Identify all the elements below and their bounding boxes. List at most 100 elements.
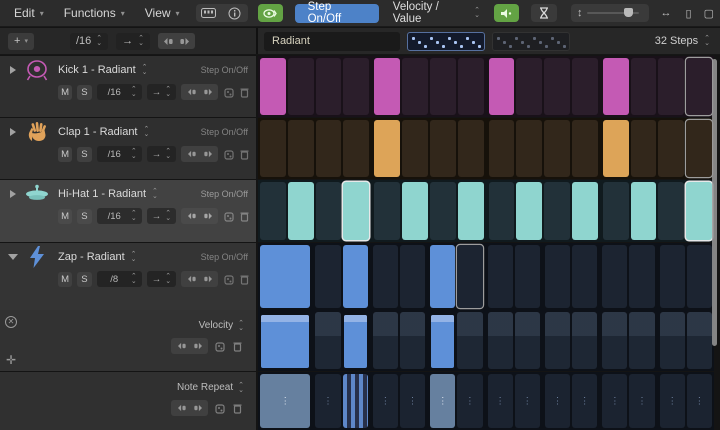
clear-trash-icon[interactable] [231, 339, 244, 353]
step-cell[interactable]: ⋮ [260, 374, 310, 428]
rotate-right-icon[interactable] [201, 272, 214, 286]
track-header-kick[interactable]: Kick 1 - Radiant⌃⌄ Step On/Off M S /16⌃⌄… [0, 56, 256, 117]
global-playmode-stepper[interactable]: → ⌃⌄ [116, 33, 150, 50]
clear-trash-icon[interactable] [239, 209, 250, 223]
step-cell[interactable] [686, 182, 712, 240]
step-cell[interactable] [402, 120, 428, 177]
step-cell[interactable] [400, 312, 425, 369]
step-cell[interactable] [660, 245, 685, 308]
randomize-icon[interactable] [223, 209, 234, 223]
step-cell[interactable] [374, 120, 400, 177]
row-rate-stepper[interactable]: /16⌃⌄ [97, 208, 142, 224]
step-cell[interactable] [658, 120, 684, 177]
input-monitor-toggle[interactable] [258, 4, 283, 22]
velocity-bar[interactable] [261, 315, 309, 368]
info-icon[interactable] [222, 4, 248, 22]
step-cell[interactable] [343, 312, 368, 369]
step-cell[interactable] [603, 58, 629, 115]
row-playmode-stepper[interactable]: →⌃⌄ [147, 271, 176, 287]
mute-button[interactable]: M [58, 272, 72, 287]
pattern-name-field[interactable]: Radiant [264, 32, 400, 51]
randomize-icon[interactable] [213, 401, 226, 415]
step-cell[interactable] [373, 245, 398, 308]
step-cell[interactable] [489, 182, 515, 240]
rotate-left-icon[interactable] [185, 147, 198, 161]
step-cell[interactable] [603, 182, 629, 240]
step-cell[interactable] [544, 120, 570, 177]
step-cell[interactable] [458, 182, 484, 240]
step-cell[interactable] [572, 58, 598, 115]
step-cell[interactable] [457, 245, 482, 308]
step-cell[interactable] [430, 312, 455, 369]
track-header-clap[interactable]: Clap 1 - Radiant⌃⌄ Step On/Off M S /16⌃⌄… [0, 118, 256, 179]
rotate-buttons[interactable] [181, 84, 218, 100]
track-header-zap[interactable]: Zap - Radiant⌃⌄ Step On/Off M S /8⌃⌄ →⌃⌄ [0, 243, 256, 310]
rotate-buttons[interactable] [181, 208, 218, 224]
step-cell[interactable]: ⋮ [400, 374, 425, 428]
step-cell[interactable] [545, 312, 570, 369]
zoom-slider-thumb[interactable] [624, 8, 633, 17]
step-cell[interactable] [488, 245, 513, 308]
step-cell[interactable] [489, 58, 515, 115]
rotate-left-icon[interactable] [175, 401, 188, 415]
clear-trash-icon[interactable] [239, 147, 250, 161]
step-mode-button[interactable]: Step On/Off [295, 4, 379, 23]
step-cell[interactable] [343, 120, 369, 177]
step-cell[interactable] [343, 245, 368, 308]
step-cell[interactable] [316, 58, 342, 115]
rotate-right-icon[interactable] [191, 401, 204, 415]
step-cell[interactable] [430, 58, 456, 115]
step-cell[interactable]: ⋮ [545, 374, 570, 428]
subrow-header-velocity[interactable]: ✕ Velocity⌃⌄ ✛ [0, 310, 256, 371]
step-cell[interactable] [343, 374, 368, 428]
zoom-vertical-icon[interactable]: ↕ [577, 7, 583, 19]
row-rate-stepper[interactable]: /8⌃⌄ [97, 271, 142, 287]
vertical-scrollbar[interactable] [712, 59, 717, 346]
track-name[interactable]: Hi-Hat 1 - Radiant⌃⌄ [58, 188, 158, 200]
rotate-left-icon[interactable] [175, 339, 188, 353]
randomize-icon[interactable] [213, 339, 226, 353]
step-cell[interactable] [458, 120, 484, 177]
step-cell[interactable] [687, 312, 712, 369]
step-cell[interactable] [515, 312, 540, 369]
step-cell[interactable] [288, 120, 314, 177]
step-cell[interactable] [489, 120, 515, 177]
rotate-buttons[interactable] [158, 33, 195, 49]
preview-speaker-toggle[interactable] [494, 4, 519, 22]
step-cell[interactable] [686, 58, 712, 115]
step-cell[interactable]: ⋮ [373, 374, 398, 428]
step-cell[interactable] [516, 120, 542, 177]
step-cell[interactable]: ⋮ [515, 374, 540, 428]
step-cell[interactable] [687, 245, 712, 308]
step-cell[interactable] [373, 312, 398, 369]
step-cell[interactable] [660, 312, 685, 369]
step-cell[interactable] [572, 245, 597, 308]
clear-trash-icon[interactable] [239, 272, 250, 286]
step-cell[interactable] [603, 120, 629, 177]
step-cell[interactable] [402, 182, 428, 240]
zoom-slider[interactable] [587, 12, 639, 14]
rotate-left-icon[interactable] [185, 272, 198, 286]
mute-button[interactable]: M [58, 85, 72, 100]
pattern-length-stepper[interactable]: 32 Steps ⌃⌄ [655, 35, 710, 47]
menu-view[interactable]: View▾ [137, 4, 188, 22]
step-cell[interactable] [544, 58, 570, 115]
step-cell[interactable] [260, 182, 286, 240]
disclosure-triangle-icon[interactable] [10, 128, 16, 136]
step-cell[interactable] [430, 182, 456, 240]
clear-trash-icon[interactable] [239, 85, 250, 99]
rotate-right-icon[interactable] [201, 85, 214, 99]
step-cell[interactable] [544, 182, 570, 240]
step-cell[interactable] [457, 312, 482, 369]
step-cell[interactable] [315, 312, 340, 369]
track-name[interactable]: Zap - Radiant⌃⌄ [58, 251, 137, 263]
step-cell[interactable] [288, 182, 314, 240]
rotate-buttons[interactable] [171, 400, 208, 416]
step-cell[interactable] [602, 245, 627, 308]
global-rate-stepper[interactable]: /16 ⌃⌄ [70, 33, 108, 50]
randomize-icon[interactable] [223, 272, 234, 286]
step-cell[interactable]: ⋮ [629, 374, 654, 428]
clear-trash-icon[interactable] [231, 401, 244, 415]
step-cell[interactable] [260, 58, 286, 115]
rotate-right-icon[interactable] [201, 147, 214, 161]
